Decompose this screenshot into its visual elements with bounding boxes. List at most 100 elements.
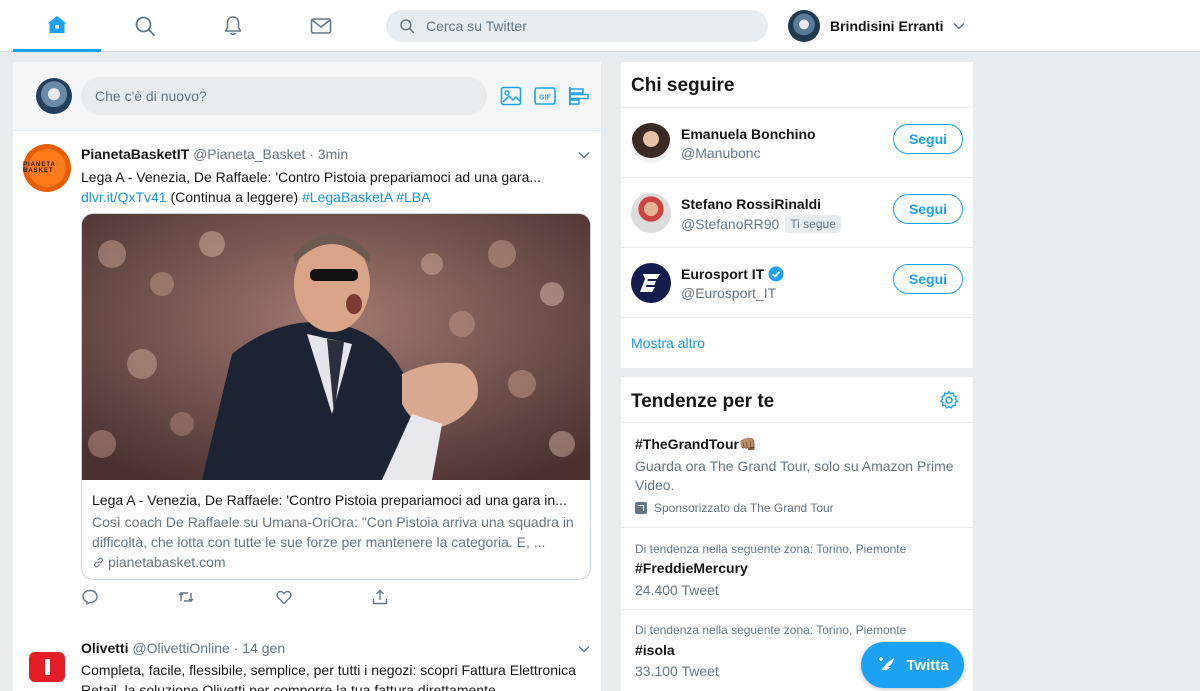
tweet-composer: Che c'è di nuovo? GIF	[13, 62, 601, 131]
tweet-button[interactable]: Twitta	[861, 642, 964, 688]
avatar[interactable]	[36, 78, 72, 114]
add-poll-button[interactable]	[567, 84, 591, 108]
tweet-text: Completa, facile, flessibile, semplice, …	[81, 662, 576, 691]
share-button[interactable]	[371, 588, 391, 608]
like-button[interactable]	[275, 588, 295, 608]
tweet-author-handle[interactable]: @Pianeta_Basket	[193, 146, 305, 162]
trend-name[interactable]: #isola	[635, 642, 675, 658]
avatar[interactable]	[29, 652, 65, 682]
suggestion-handle-text: @Manubonc	[681, 145, 761, 161]
trend-context: Di tendenza nella seguente zona: Torino,…	[635, 542, 907, 556]
show-more-link[interactable]: Mostra altro	[631, 335, 705, 351]
tweet-author-name[interactable]: Olivetti	[81, 640, 128, 656]
account-name[interactable]: Brindisini Erranti	[830, 18, 944, 34]
who-to-follow-panel: Chi seguire Emanuela Bonchino @Manubonc …	[621, 62, 973, 368]
eurosport-logo-icon	[640, 274, 660, 292]
follow-suggestion[interactable]: Emanuela Bonchino @Manubonc Segui	[621, 107, 973, 177]
nav-explore[interactable]	[101, 0, 189, 52]
link-icon	[94, 557, 103, 567]
tweet-time[interactable]: 3min	[318, 146, 348, 162]
card-domain-text: pianetabasket.com	[108, 554, 226, 570]
follows-you-badge: Ti segue	[785, 215, 841, 233]
chevron-down-icon[interactable]	[577, 148, 591, 162]
tweet-author-handle[interactable]: @OlivettiOnline	[132, 640, 229, 656]
nav-home[interactable]	[13, 0, 101, 52]
tweet-author-name[interactable]: PianetaBasketIT	[81, 146, 189, 162]
follow-button[interactable]: Segui	[893, 194, 963, 224]
tweet-link[interactable]: dlvr.it/QxTv41	[81, 189, 167, 205]
gif-icon: GIF	[534, 87, 556, 105]
card-description: Così coach De Raffaele su Umana-OriOra: …	[92, 514, 574, 550]
suggestion-handle: @StefanoRR90 Ti segue	[681, 215, 841, 233]
follow-suggestion[interactable]: Eurosport IT @Eurosport_IT Segui	[621, 247, 973, 317]
promoted-label: Sponsorizzato da The Grand Tour	[635, 501, 834, 515]
tweet-button-label: Twitta	[906, 656, 949, 674]
add-image-button[interactable]	[499, 84, 523, 108]
add-gif-button[interactable]: GIF	[533, 84, 557, 108]
search-box[interactable]	[386, 10, 768, 42]
link-card[interactable]: Lega A - Venezia, De Raffaele: 'Contro P…	[81, 213, 591, 580]
follow-button[interactable]: Segui	[893, 264, 963, 294]
composer-placeholder: Che c'è di nuovo?	[95, 88, 207, 104]
promoted-icon	[635, 502, 647, 514]
separator: ·	[309, 146, 314, 162]
trend-item[interactable]: Di tendenza nella seguente zona: Torino,…	[621, 527, 973, 609]
avatar[interactable]	[631, 193, 671, 233]
nav-notifications[interactable]	[189, 0, 277, 52]
tweet[interactable]: Olivetti @OlivettiOnline · 14 gen Comple…	[13, 624, 601, 691]
trend-context: Di tendenza nella seguente zona: Torino,…	[635, 623, 907, 637]
tweet[interactable]: PIANETA BASKET PianetaBasketIT @Pianeta_…	[13, 132, 601, 691]
tweet-time[interactable]: 14 gen	[242, 640, 285, 656]
composer-input[interactable]: Che c'è di nuovo?	[81, 77, 487, 115]
suggestion-name[interactable]: Stefano RossiRinaldi	[681, 196, 821, 212]
nav-messages[interactable]	[277, 0, 365, 52]
avatar[interactable]	[631, 123, 671, 163]
trend-name[interactable]: #FreddieMercury	[635, 560, 748, 576]
suggestion-name[interactable]: Eurosport IT	[681, 266, 784, 282]
reply-button[interactable]	[81, 588, 101, 608]
hashtag-link[interactable]: #LBA	[396, 189, 430, 205]
avatar[interactable]	[631, 263, 671, 303]
trend-name[interactable]: #TheGrandTour👊🏽	[635, 436, 756, 453]
tweet-header: PianetaBasketIT @Pianeta_Basket · 3min	[81, 146, 348, 162]
follow-suggestion[interactable]: Stefano RossiRinaldi @StefanoRR90 Ti seg…	[621, 177, 973, 247]
reply-icon	[82, 589, 98, 605]
bell-icon	[224, 16, 242, 36]
suggestion-handle: @Manubonc	[681, 145, 761, 161]
chevron-down-icon[interactable]	[952, 19, 966, 33]
suggestion-name-text[interactable]: Eurosport IT	[681, 266, 764, 282]
trend-item[interactable]: #TheGrandTour👊🏽 Guarda ora The Grand Tou…	[621, 422, 973, 527]
search-input[interactable]	[426, 18, 746, 34]
share-icon	[372, 589, 388, 605]
tweet-text-main: Lega A - Venezia, De Raffaele: 'Contro P…	[81, 169, 542, 185]
tweet-text: Lega A - Venezia, De Raffaele: 'Contro P…	[81, 167, 581, 207]
hashtag-link[interactable]: #LegaBasketA	[302, 189, 392, 205]
suggestion-name[interactable]: Emanuela Bonchino	[681, 126, 816, 142]
verified-badge-icon	[768, 266, 784, 282]
timeline: Che c'è di nuovo? GIF PIANETA BASKET Pia…	[13, 62, 601, 691]
search-icon	[400, 19, 415, 34]
trend-description: Guarda ora The Grand Tour, solo su Amazo…	[635, 458, 954, 493]
avatar[interactable]: PIANETA BASKET	[23, 144, 71, 192]
trends-title: Tendenze per te	[631, 391, 775, 412]
card-domain: pianetabasket.com	[92, 552, 582, 572]
chevron-down-icon[interactable]	[577, 642, 591, 656]
follow-button[interactable]: Segui	[893, 124, 963, 154]
promoted-text: Sponsorizzato da The Grand Tour	[654, 501, 834, 515]
account-menu[interactable]: Brindisini Erranti	[788, 10, 966, 42]
envelope-icon	[310, 18, 332, 34]
compose-feather-icon	[879, 657, 895, 673]
suggestion-handle-text: @StefanoRR90	[681, 216, 780, 232]
gif-label: GIF	[539, 95, 551, 102]
top-navigation-bar: Brindisini Erranti	[0, 0, 1200, 52]
avatar[interactable]	[788, 10, 820, 42]
card-title: Lega A - Venezia, De Raffaele: 'Contro P…	[92, 492, 567, 508]
trend-count: 24.400 Tweet	[635, 582, 719, 598]
tweet-actions	[81, 588, 441, 610]
poll-icon	[569, 87, 589, 105]
tweet-text-continue: (Continua a leggere)	[166, 189, 303, 205]
tweet-header: Olivetti @OlivettiOnline · 14 gen	[81, 640, 285, 656]
gear-icon[interactable]	[939, 390, 959, 410]
retweet-button[interactable]	[177, 588, 197, 608]
card-body: Lega A - Venezia, De Raffaele: 'Contro P…	[92, 490, 582, 572]
